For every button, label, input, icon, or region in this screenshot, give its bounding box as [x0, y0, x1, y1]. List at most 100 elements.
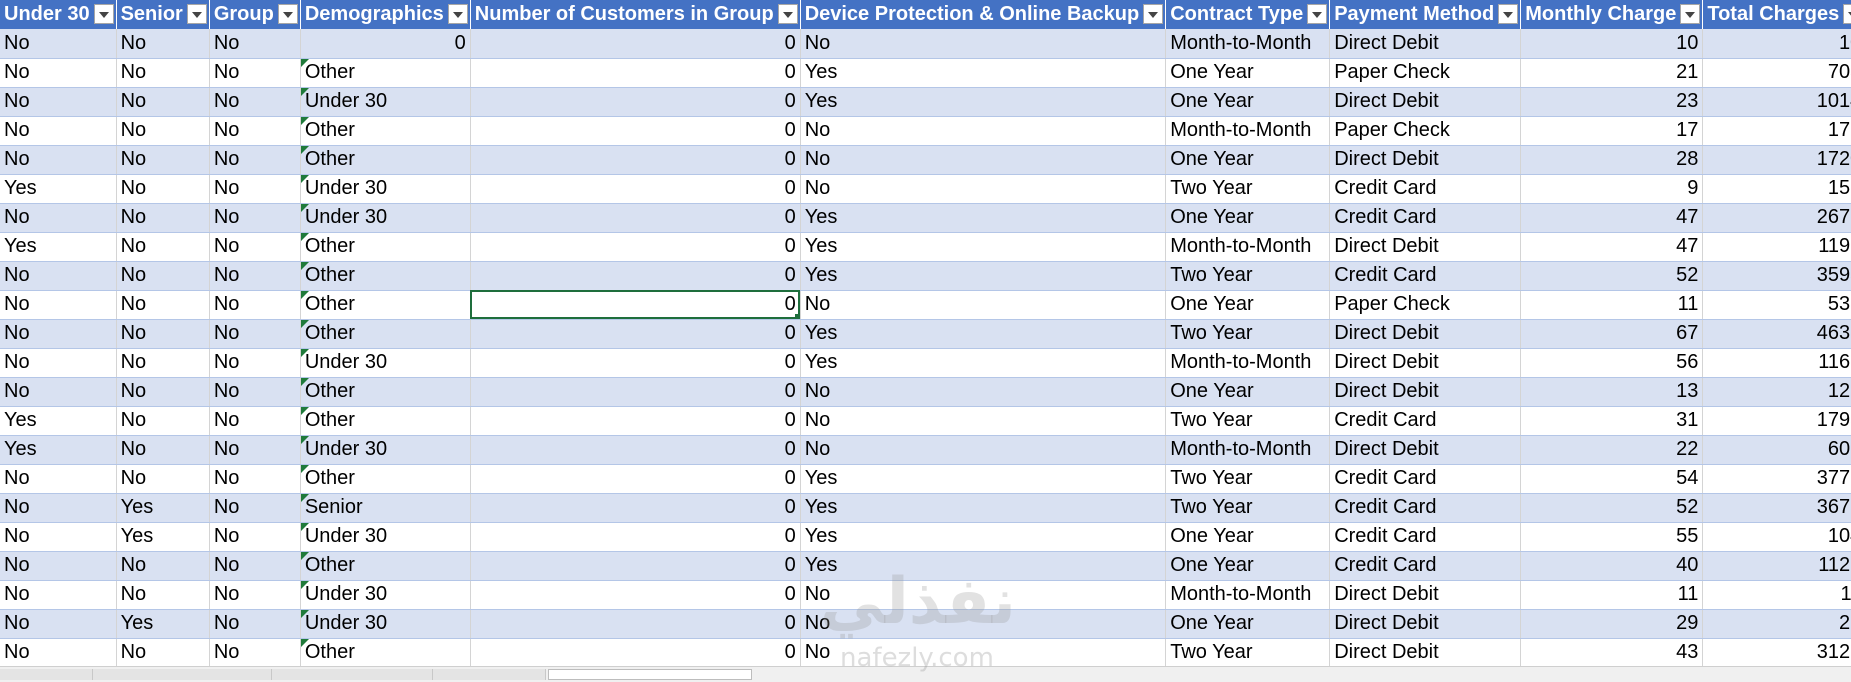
table-cell[interactable]: Paper Check [1329, 116, 1522, 146]
table-cell[interactable]: No [209, 580, 301, 610]
table-cell[interactable]: 0 [470, 551, 801, 581]
table-cell[interactable]: 40 [1520, 551, 1704, 581]
table-cell[interactable]: Other [300, 464, 471, 494]
table-cell[interactable]: No [800, 406, 1167, 436]
table-cell[interactable]: 21 [1520, 58, 1704, 88]
table-cell[interactable]: 31 [1520, 406, 1704, 436]
table-cell[interactable]: Two Year [1165, 174, 1331, 204]
table-cell[interactable]: Direct Debit [1329, 435, 1522, 465]
table-cell[interactable]: Direct Debit [1329, 145, 1522, 175]
table-cell[interactable]: Month-to-Month [1165, 116, 1331, 146]
table-cell[interactable]: 10 [1520, 29, 1704, 59]
table-cell[interactable]: Yes [0, 174, 117, 204]
table-cell[interactable]: No [209, 87, 301, 117]
table-cell[interactable]: Credit Card [1329, 551, 1522, 581]
table-cell[interactable]: No [116, 203, 210, 233]
table-cell[interactable]: No [116, 290, 210, 320]
table-cell[interactable]: Two Year [1165, 493, 1331, 523]
table-cell[interactable]: Direct Debit [1329, 348, 1522, 378]
column-header[interactable]: Under 30 [0, 0, 117, 29]
table-cell[interactable]: 52 [1520, 493, 1704, 523]
table-cell[interactable]: No [116, 116, 210, 146]
table-cell[interactable]: No [116, 638, 210, 666]
column-header[interactable]: Payment Method [1329, 0, 1522, 29]
table-cell[interactable]: Direct Debit [1329, 609, 1522, 639]
table-cell[interactable]: Direct Debit [1329, 580, 1522, 610]
filter-dropdown-icon[interactable] [1843, 4, 1851, 24]
table-cell[interactable]: Yes [800, 58, 1167, 88]
table-cell[interactable]: 29 [1520, 609, 1704, 639]
table-cell[interactable]: One Year [1165, 203, 1331, 233]
table-cell[interactable]: No [209, 406, 301, 436]
spreadsheet-grid[interactable]: Under 30 Senior Group Demographics Number of… [0, 0, 1851, 666]
table-cell[interactable]: No [800, 377, 1167, 407]
table-cell[interactable]: 0 [470, 580, 801, 610]
table-cell[interactable]: 0 [470, 290, 801, 320]
table-cell[interactable]: Credit Card [1329, 406, 1522, 436]
table-cell[interactable]: Yes [0, 406, 117, 436]
table-cell[interactable]: No [0, 551, 117, 581]
table-cell[interactable]: 2671 [1702, 203, 1851, 233]
table-cell[interactable]: No [209, 261, 301, 291]
table-cell[interactable]: No [0, 464, 117, 494]
table-cell[interactable]: 104 [1702, 522, 1851, 552]
table-cell[interactable]: Direct Debit [1329, 87, 1522, 117]
table-cell[interactable]: Yes [116, 609, 210, 639]
filter-dropdown-icon[interactable] [777, 4, 798, 24]
table-cell[interactable]: Yes [800, 87, 1167, 117]
table-cell[interactable]: Other [300, 638, 471, 666]
table-cell[interactable]: No [800, 116, 1167, 146]
table-cell[interactable]: 3121 [1702, 638, 1851, 666]
table-cell[interactable]: No [800, 580, 1167, 610]
table-cell[interactable]: Two Year [1165, 261, 1331, 291]
table-cell[interactable]: Credit Card [1329, 493, 1522, 523]
table-cell[interactable]: No [209, 116, 301, 146]
table-cell[interactable]: Two Year [1165, 406, 1331, 436]
table-cell[interactable]: No [0, 580, 117, 610]
table-cell[interactable]: 1720 [1702, 145, 1851, 175]
table-cell[interactable]: Other [300, 145, 471, 175]
table-cell[interactable]: No [209, 464, 301, 494]
column-header[interactable]: Monthly Charge [1520, 0, 1704, 29]
table-cell[interactable]: 0 [470, 522, 801, 552]
table-cell[interactable]: Yes [800, 464, 1167, 494]
table-cell[interactable]: Yes [0, 232, 117, 262]
table-cell[interactable]: Credit Card [1329, 522, 1522, 552]
table-cell[interactable]: One Year [1165, 551, 1331, 581]
table-cell[interactable]: No [800, 145, 1167, 175]
table-cell[interactable]: 0 [470, 406, 801, 436]
sheet-tab-area[interactable] [272, 669, 433, 680]
table-cell[interactable]: 54 [1520, 464, 1704, 494]
table-cell[interactable]: Other [300, 261, 471, 291]
table-cell[interactable]: No [116, 580, 210, 610]
table-cell[interactable]: 0 [300, 29, 471, 59]
table-cell[interactable]: No [116, 435, 210, 465]
table-cell[interactable]: No [0, 522, 117, 552]
table-cell[interactable]: Senior [300, 493, 471, 523]
filter-dropdown-icon[interactable] [1680, 4, 1701, 24]
table-cell[interactable]: Other [300, 377, 471, 407]
table-cell[interactable]: 3593 [1702, 261, 1851, 291]
table-cell[interactable]: 0 [470, 58, 801, 88]
table-cell[interactable]: Yes [800, 261, 1167, 291]
table-cell[interactable]: Other [300, 319, 471, 349]
table-cell[interactable]: Direct Debit [1329, 319, 1522, 349]
scrollbar-thumb[interactable] [548, 669, 752, 680]
table-cell[interactable]: No [0, 377, 117, 407]
table-cell[interactable]: No [0, 87, 117, 117]
table-cell[interactable]: No [0, 203, 117, 233]
table-cell[interactable]: One Year [1165, 87, 1331, 117]
table-cell[interactable]: One Year [1165, 377, 1331, 407]
table-cell[interactable]: No [0, 609, 117, 639]
table-cell[interactable]: No [209, 232, 301, 262]
table-cell[interactable]: 156 [1702, 174, 1851, 204]
table-cell[interactable]: Under 30 [300, 174, 471, 204]
table-cell[interactable]: No [209, 638, 301, 666]
table-cell[interactable]: No [800, 435, 1167, 465]
table-cell[interactable]: 1161 [1702, 348, 1851, 378]
table-cell[interactable]: Yes [0, 435, 117, 465]
table-cell[interactable]: Two Year [1165, 638, 1331, 666]
table-cell[interactable]: No [116, 58, 210, 88]
table-cell[interactable]: No [116, 348, 210, 378]
table-cell[interactable]: No [0, 116, 117, 146]
